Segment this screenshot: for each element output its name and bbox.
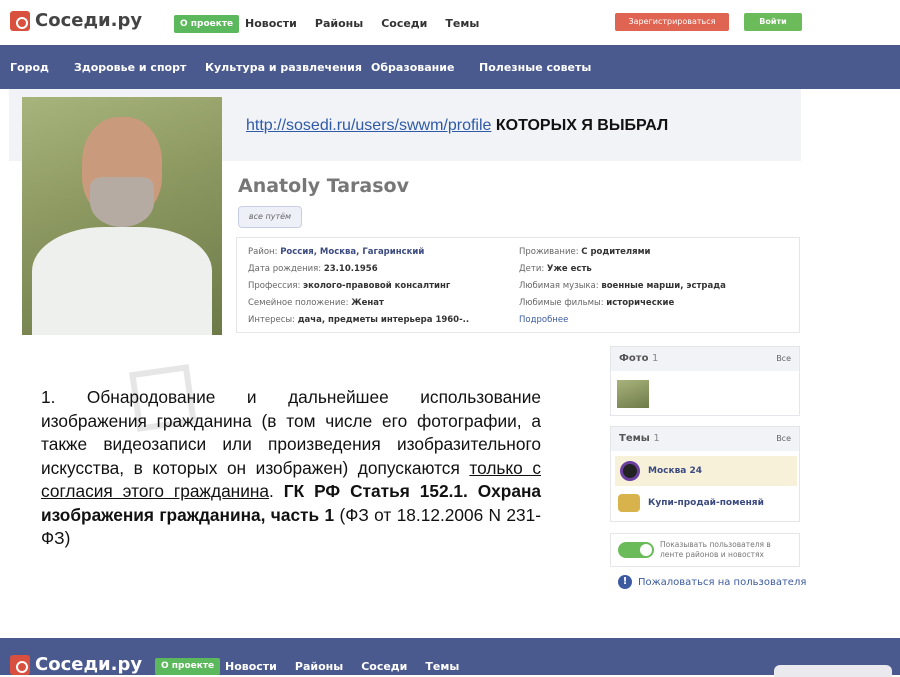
info-district: Район: Россия, Москва, Гагаринский: [248, 247, 424, 257]
law-text: 1. Обнародование и дальнейшее использова…: [41, 386, 541, 551]
more-label[interactable]: Подробнее: [519, 315, 568, 325]
photo-beard: [90, 177, 154, 227]
label: Район:: [248, 247, 278, 257]
footer-logo[interactable]: Cоседи.ру: [10, 654, 142, 675]
footer-corner-panel: [774, 665, 892, 677]
info-children: Дети: Уже есть: [519, 264, 592, 274]
law-part-2: .: [269, 481, 284, 501]
nav-districts[interactable]: Районы: [315, 17, 363, 30]
theme-label: Купи-продай-поменяй: [648, 498, 764, 508]
label: Дети:: [519, 264, 545, 274]
themes-count: 1: [653, 433, 660, 444]
photo-thumbnail[interactable]: [617, 380, 649, 408]
label: Семейное положение:: [248, 298, 349, 308]
value: С родителями: [581, 247, 651, 257]
main-nav: Новости Районы Соседи Темы: [245, 17, 479, 30]
profile-photo[interactable]: [22, 97, 222, 335]
profile-link[interactable]: http://sosedi.ru/users/swwm/profile: [246, 117, 491, 134]
info-films: Любимые фильмы: исторические: [519, 298, 674, 308]
register-button[interactable]: Зарегистрироваться: [615, 13, 729, 31]
status-badge: все путём: [238, 206, 302, 228]
profile-info: Район: Россия, Москва, Гагаринский Дата …: [236, 237, 800, 333]
label: Любимая музыка:: [519, 281, 599, 291]
category-culture[interactable]: Культура и развлечения: [205, 61, 362, 74]
value: Женат: [351, 298, 384, 308]
photos-all-link[interactable]: Все: [776, 354, 791, 363]
footer-nav-news[interactable]: Новости: [225, 660, 277, 673]
moscow24-icon: [620, 461, 640, 481]
info-birthdate: Дата рождения: 23.10.1956: [248, 264, 378, 274]
label: Профессия:: [248, 281, 301, 291]
label: Проживание:: [519, 247, 579, 257]
footer-bar: Cоседи.ру О проекте Новости Районы Сосед…: [0, 638, 900, 675]
value: эколого-правовой консалтинг: [303, 281, 451, 291]
footer-nav-themes[interactable]: Темы: [425, 660, 459, 673]
top-header: Cоседи.ру О проекте Новости Районы Сосед…: [0, 0, 900, 45]
visibility-label: Показывать пользователя в ленте районов …: [660, 540, 771, 559]
logo-text: Cоседи.ру: [35, 10, 143, 31]
footer-nav-districts[interactable]: Районы: [295, 660, 343, 673]
label: Дата рождения:: [248, 264, 322, 274]
market-icon: [618, 494, 640, 512]
photo-shirt: [32, 227, 212, 335]
footer-about-button[interactable]: О проекте: [155, 658, 221, 675]
footer-logo-text: Cоседи.ру: [35, 654, 143, 675]
category-tips[interactable]: Полезные советы: [479, 61, 591, 74]
themes-all-link[interactable]: Все: [776, 434, 791, 443]
info-family: Семейное положение: Женат: [248, 298, 384, 308]
photos-header: Фото 1 Все: [611, 347, 799, 371]
category-education[interactable]: Образование: [371, 61, 454, 74]
logo-icon: [10, 10, 30, 31]
info-residence: Проживание: С родителями: [519, 247, 651, 257]
more-link[interactable]: Подробнее: [519, 315, 568, 325]
value[interactable]: Россия, Москва, Гагаринский: [280, 247, 424, 257]
footer-nav: Новости Районы Соседи Темы: [225, 660, 459, 673]
report-label: Пожаловаться на пользователя: [638, 576, 807, 588]
themes-title: Темы: [619, 433, 650, 444]
themes-header: Темы 1 Все: [611, 427, 799, 451]
theme-label: Москва 24: [648, 466, 703, 476]
about-button[interactable]: О проекте: [174, 15, 240, 33]
banner-text: КОТОРЫХ Я ВЫБРАЛ: [495, 117, 669, 134]
footer-logo-icon: [10, 654, 30, 675]
value: Уже есть: [546, 264, 592, 274]
banner-caption: http://sosedi.ru/users/swwm/profile КОТО…: [246, 117, 668, 135]
value: военные марши, эстрада: [601, 281, 726, 291]
nav-neighbors[interactable]: Соседи: [381, 17, 427, 30]
info-interests: Интересы: дача, предметы интерьера 1960-…: [248, 315, 469, 325]
theme-moscow24[interactable]: Москва 24: [620, 461, 702, 481]
photos-title: Фото: [619, 353, 649, 364]
exclamation-icon: !: [618, 575, 632, 589]
theme-buy-sell[interactable]: Купи-продай-поменяй: [618, 494, 764, 512]
nav-news[interactable]: Новости: [245, 17, 297, 30]
value: дача, предметы интерьера 1960-..: [297, 315, 470, 325]
login-button[interactable]: Войти: [744, 13, 802, 31]
photos-count: 1: [651, 353, 659, 364]
info-music: Любимая музыка: военные марши, эстрада: [519, 281, 726, 291]
report-user-link[interactable]: ! Пожаловаться на пользователя: [618, 575, 806, 589]
label: Интересы:: [248, 315, 295, 325]
value: 23.10.1956: [323, 264, 378, 274]
visibility-toggle[interactable]: [618, 542, 654, 558]
category-city[interactable]: Город: [10, 61, 49, 74]
value: исторические: [606, 298, 675, 308]
label: Любимые фильмы:: [519, 298, 604, 308]
profile-name: Anatoly Tarasov: [238, 175, 409, 197]
site-logo[interactable]: Cоседи.ру: [10, 10, 142, 31]
category-bar: Город Здоровье и спорт Культура и развле…: [0, 45, 900, 89]
category-health[interactable]: Здоровье и спорт: [74, 61, 186, 74]
law-part-1: 1. Обнародование и дальнейшее использова…: [41, 387, 541, 478]
footer-nav-neighbors[interactable]: Соседи: [361, 660, 407, 673]
nav-themes[interactable]: Темы: [445, 17, 479, 30]
info-profession: Профессия: эколого-правовой консалтинг: [248, 281, 450, 291]
